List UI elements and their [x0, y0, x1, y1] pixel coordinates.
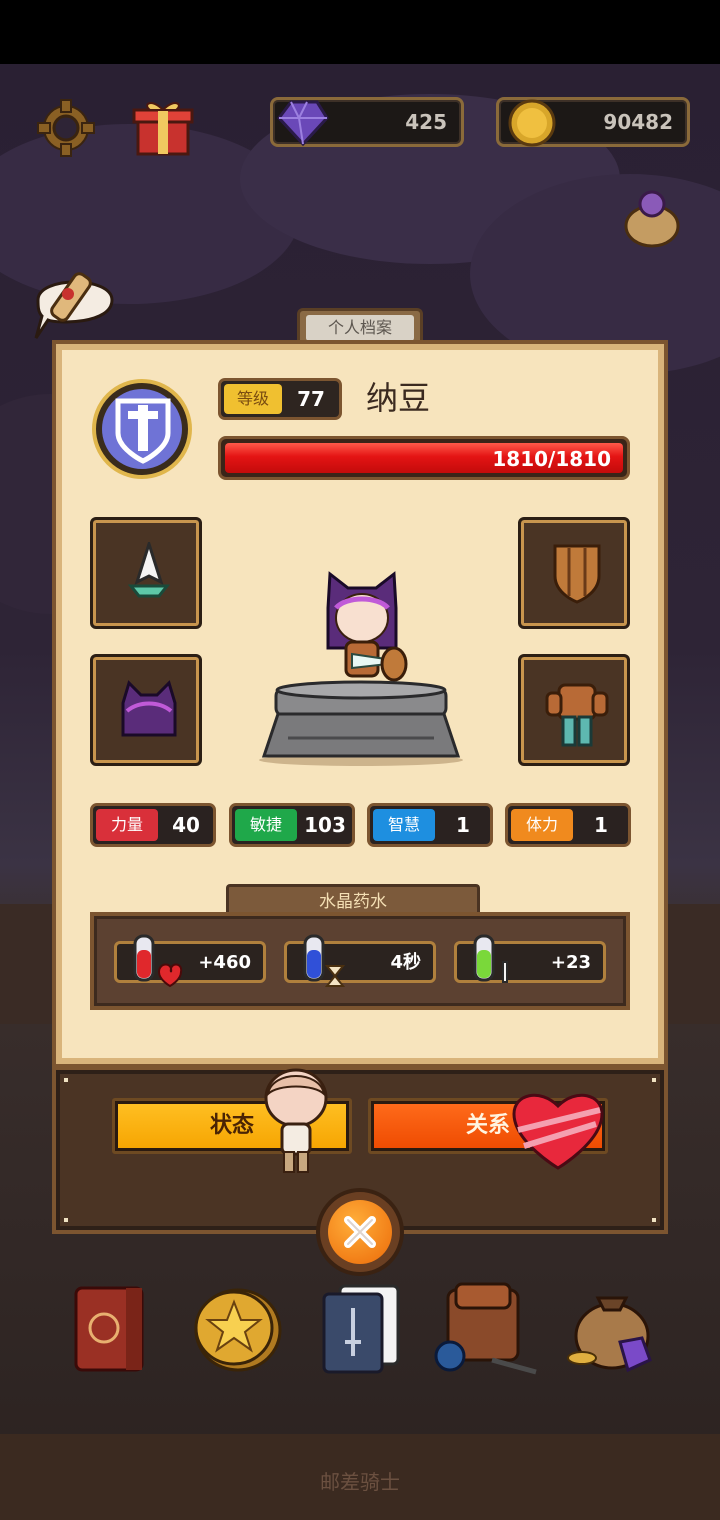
- helmet-slot[interactable]: [90, 654, 202, 766]
- level-value: 77: [297, 387, 325, 411]
- potion-health-value: +460: [198, 952, 251, 973]
- stone-pedestal: [259, 680, 463, 766]
- coin-count: 90482: [603, 110, 673, 134]
- potion-time-value: 4秒: [390, 952, 421, 973]
- profile-tab: 个人档案: [297, 308, 423, 344]
- armor-slot[interactable]: [518, 654, 630, 766]
- potion-attack: +23: [454, 934, 606, 983]
- wooden-shield-icon: [553, 544, 601, 604]
- gold-coin-icon: [508, 99, 556, 147]
- gem-count: 425: [405, 110, 447, 134]
- coin-counter: 90482: [496, 97, 690, 147]
- player-name: 纳豆: [366, 379, 431, 417]
- close-icon: [344, 1216, 376, 1248]
- hp-text: 1810/1810: [492, 447, 611, 471]
- weapon-slot[interactable]: [90, 517, 202, 629]
- leather-armor-icon: [545, 683, 609, 747]
- attack-potion-icon: [473, 934, 508, 983]
- game-title-footer: 邮差骑士: [320, 1470, 400, 1494]
- npc-character: [264, 1068, 328, 1173]
- potion-time: 4秒: [284, 934, 436, 987]
- loot-sack-icon[interactable]: [616, 186, 686, 250]
- hp-bar: 1810/1810: [218, 436, 630, 480]
- stat-agility-label: 敏捷: [235, 809, 297, 841]
- treasure-bag-icon[interactable]: [562, 1280, 660, 1376]
- potion-health: +460: [114, 934, 266, 988]
- star-medal-icon[interactable]: [188, 1280, 284, 1376]
- card-deck-icon[interactable]: [318, 1280, 408, 1376]
- stat-strength-value: 40: [172, 813, 200, 837]
- close-button[interactable]: [316, 1188, 404, 1276]
- stat-stamina-value: 1: [594, 813, 608, 837]
- status-bar: [0, 0, 720, 64]
- stat-stamina: 体力 1: [505, 803, 631, 847]
- stat-agility: 敏捷 103: [229, 803, 355, 847]
- health-potion-icon: [133, 934, 183, 988]
- stat-wisdom: 智慧 1: [367, 803, 493, 847]
- level-label: 等级: [224, 384, 282, 414]
- heart-bandage-icon: [512, 1093, 604, 1170]
- stat-strength: 力量 40: [90, 803, 216, 847]
- journal-book-icon[interactable]: [70, 1280, 154, 1376]
- purple-gem-icon: [277, 100, 329, 147]
- stat-wisdom-label: 智慧: [373, 809, 435, 841]
- potion-attack-value: +23: [550, 952, 591, 973]
- time-potion-icon: [303, 934, 346, 987]
- gift-box-icon[interactable]: [132, 96, 194, 158]
- cat-hood-helmet-icon: [121, 680, 177, 737]
- gem-counter: 425: [270, 97, 464, 147]
- backpack-items-icon[interactable]: [432, 1280, 540, 1376]
- class-crest: [92, 379, 192, 479]
- profile-tab-label: 个人档案: [306, 315, 414, 341]
- settings-gear-icon[interactable]: [34, 96, 98, 160]
- crystal-spear-icon: [127, 542, 171, 598]
- stat-stamina-label: 体力: [511, 809, 573, 841]
- stat-strength-label: 力量: [96, 809, 158, 841]
- sword-shield-icon: [115, 398, 171, 464]
- stat-agility-value: 103: [304, 813, 346, 837]
- level-badge: 等级 77: [218, 378, 342, 420]
- shield-slot[interactable]: [518, 517, 630, 629]
- scroll-message-icon[interactable]: [28, 258, 122, 348]
- hero-character: [326, 571, 408, 682]
- stat-wisdom-value: 1: [456, 813, 470, 837]
